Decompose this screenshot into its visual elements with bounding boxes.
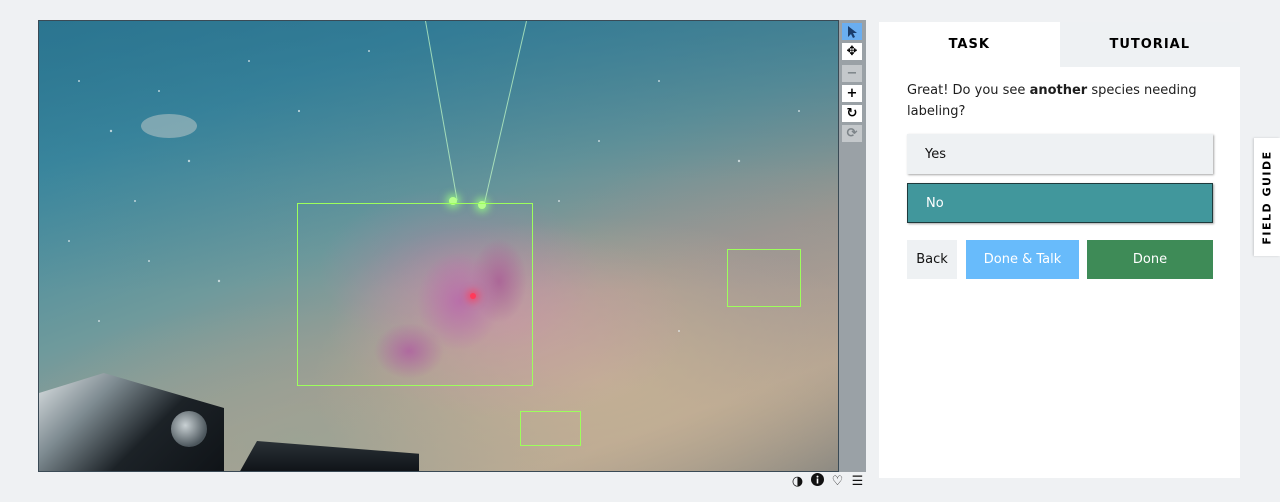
- answer-yes-button[interactable]: Yes: [907, 134, 1213, 174]
- cursor-arrow-icon[interactable]: [842, 23, 862, 40]
- done-button[interactable]: Done: [1087, 240, 1213, 279]
- annotation-box-3[interactable]: [520, 411, 581, 446]
- reset-icon[interactable]: ⟳: [842, 125, 862, 142]
- invert-contrast-icon[interactable]: ◑: [790, 473, 805, 491]
- tab-task[interactable]: TASK: [879, 22, 1060, 67]
- field-guide-tab[interactable]: FIELD GUIDE: [1254, 138, 1280, 256]
- subject-image[interactable]: [38, 20, 839, 472]
- answer-no-label: No: [926, 195, 944, 211]
- minus-icon[interactable]: −: [842, 65, 862, 82]
- list-icon[interactable]: ☰: [850, 473, 865, 491]
- task-question: Great! Do you see another species needin…: [907, 80, 1207, 122]
- annotation-box-1[interactable]: [297, 203, 533, 386]
- viewer-toolbar: ✥ − + ↻ ⟳: [839, 20, 866, 472]
- rov-arm-joint: [171, 411, 207, 447]
- question-text-start: Great! Do you see: [907, 83, 1030, 98]
- back-button[interactable]: Back: [907, 240, 957, 279]
- done-and-talk-button[interactable]: Done & Talk: [966, 240, 1079, 279]
- info-icon[interactable]: [810, 472, 825, 492]
- heart-icon[interactable]: ♡: [830, 473, 845, 491]
- rotate-icon[interactable]: ↻: [842, 105, 862, 122]
- task-tabs: TASK TUTORIAL: [879, 22, 1240, 67]
- annotation-box-2[interactable]: [727, 249, 801, 307]
- move-arrows-icon[interactable]: ✥: [842, 43, 862, 60]
- plus-icon[interactable]: +: [842, 85, 862, 102]
- tab-tutorial[interactable]: TUTORIAL: [1059, 22, 1240, 67]
- answer-no-button[interactable]: No: [907, 183, 1213, 223]
- question-emphasis: another: [1029, 83, 1088, 98]
- subject-meta-tools: ◑ ♡ ☰: [790, 472, 865, 492]
- answer-yes-label: Yes: [925, 146, 946, 162]
- field-guide-label: FIELD GUIDE: [1260, 149, 1274, 245]
- task-panel: TASK TUTORIAL Great! Do you see another …: [879, 22, 1240, 478]
